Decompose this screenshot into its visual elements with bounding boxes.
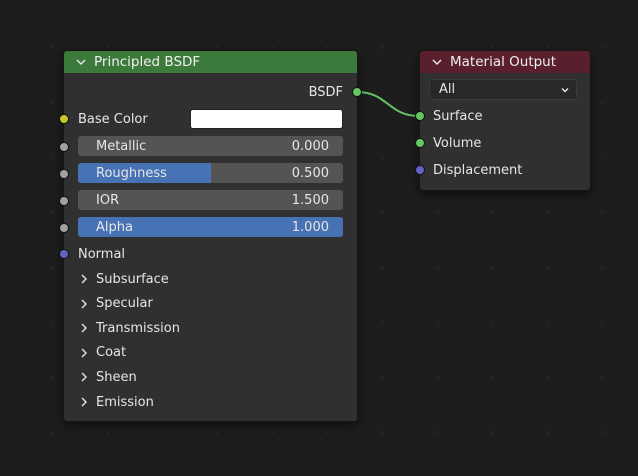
principled-bsdf-node[interactable]: Principled BSDF BSDF Base Color Metallic… [59, 50, 362, 422]
normal-label: Normal [78, 246, 126, 262]
slider-value: 0.500 [291, 165, 329, 181]
float-input-socket[interactable] [59, 142, 69, 152]
output-input-row: Displacement [420, 159, 590, 181]
input-slider-1[interactable]: Roughness 0.500 [78, 163, 343, 183]
panel-transmission[interactable]: Transmission [78, 317, 180, 339]
float-input-socket[interactable] [59, 196, 69, 206]
chevron-down-icon[interactable] [74, 55, 88, 69]
float-input-socket[interactable] [59, 223, 69, 233]
output-input-row: Volume [420, 132, 590, 154]
panel-label: Subsurface [96, 271, 169, 287]
chevron-right-icon [81, 274, 87, 284]
slider-value: 1.000 [291, 219, 329, 235]
panel-label: Emission [96, 394, 154, 410]
bsdf-output-socket[interactable] [352, 87, 362, 97]
panel-label: Specular [96, 296, 153, 312]
slider-value: 0.000 [291, 138, 329, 154]
slider-label: Alpha [96, 219, 133, 235]
panel-subsurface[interactable]: Subsurface [78, 268, 169, 290]
output-input-label: Surface [433, 108, 483, 124]
slider-label: IOR [96, 192, 120, 208]
chevron-right-icon [81, 372, 87, 382]
output-input-row: Surface [420, 105, 590, 127]
target-select-value: All [439, 82, 456, 97]
chevron-down-icon[interactable] [430, 55, 444, 69]
input-slider-2[interactable]: IOR 1.500 [78, 190, 343, 210]
chevron-right-icon [81, 348, 87, 358]
output-node-title: Material Output [450, 54, 557, 70]
bsdf-output-row: BSDF [64, 81, 357, 103]
output-node-header[interactable]: Material Output [420, 51, 590, 73]
bsdf-output-label: BSDF [308, 84, 343, 100]
input-slider-3[interactable]: Alpha 1.000 [78, 217, 343, 237]
panel-sheen[interactable]: Sheen [78, 366, 137, 388]
output-input-label: Displacement [433, 162, 523, 178]
base-color-socket[interactable] [59, 114, 69, 124]
panel-label: Coat [96, 345, 127, 361]
panel-coat[interactable]: Coat [78, 342, 126, 364]
bsdf-node-header[interactable]: Principled BSDF [64, 51, 357, 73]
slider-value: 1.500 [291, 192, 329, 208]
output-input-label: Volume [433, 135, 482, 151]
chevron-right-icon [81, 323, 87, 333]
base-color-label: Base Color [78, 111, 148, 127]
slider-label: Metallic [96, 138, 147, 154]
bsdf-node-title: Principled BSDF [94, 54, 201, 70]
panel-label: Sheen [96, 369, 137, 385]
bsdf-to-surface-link[interactable] [356, 91, 420, 117]
target-select[interactable]: All [429, 79, 577, 100]
float-input-socket[interactable] [59, 169, 69, 179]
panel-specular[interactable]: Specular [78, 293, 153, 315]
panel-emission[interactable]: Emission [78, 391, 154, 413]
chevron-down-icon [561, 87, 569, 92]
normal-row: Normal [64, 243, 357, 265]
material-output-node[interactable]: Material Output All Surface Volume Displac… [415, 50, 591, 191]
chevron-right-icon [81, 299, 87, 309]
slider-label: Roughness [96, 165, 167, 181]
panel-label: Transmission [96, 320, 180, 336]
base-color-swatch[interactable] [190, 109, 343, 129]
normal-socket[interactable] [59, 249, 69, 259]
chevron-right-icon [81, 397, 87, 407]
input-slider-0[interactable]: Metallic 0.000 [78, 136, 343, 156]
